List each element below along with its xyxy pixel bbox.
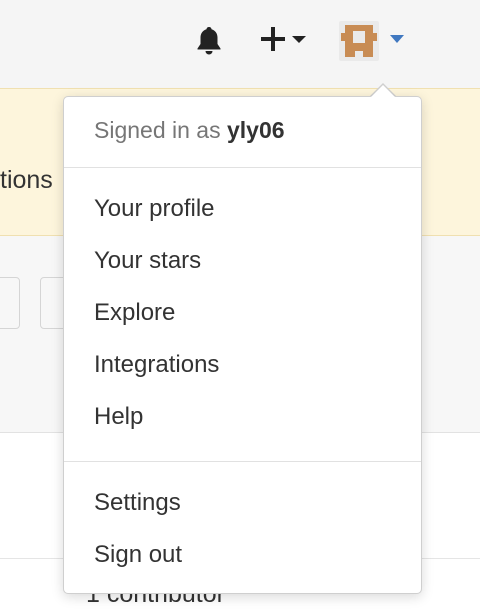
background-button[interactable] [0, 277, 20, 329]
bell-icon[interactable] [193, 24, 225, 56]
chevron-down-icon [292, 36, 306, 43]
username: yly06 [226, 117, 285, 143]
menu-item-your-profile[interactable]: Your profile [94, 195, 215, 223]
menu-item-sign-out[interactable]: Sign out [94, 541, 182, 569]
signed-in-label: Signed in as [94, 117, 221, 143]
menu-item-your-stars[interactable]: Your stars [94, 247, 201, 275]
signed-in-header: Signed in as yly06 [94, 117, 285, 144]
banner-text: tions [0, 166, 53, 194]
caret-down-icon[interactable] [389, 34, 405, 44]
dropdown-arrow-fill [370, 85, 396, 98]
menu-item-help[interactable]: Help [94, 403, 143, 431]
header-bar [0, 0, 480, 88]
menu-item-settings[interactable]: Settings [94, 489, 181, 517]
plus-icon[interactable] [259, 23, 311, 55]
avatar[interactable] [339, 21, 379, 61]
menu-item-explore[interactable]: Explore [94, 299, 175, 327]
divider [64, 167, 421, 168]
divider [64, 461, 421, 462]
menu-item-integrations[interactable]: Integrations [94, 351, 219, 379]
user-dropdown-menu: Signed in as yly06 Your profile Your sta… [63, 96, 422, 594]
